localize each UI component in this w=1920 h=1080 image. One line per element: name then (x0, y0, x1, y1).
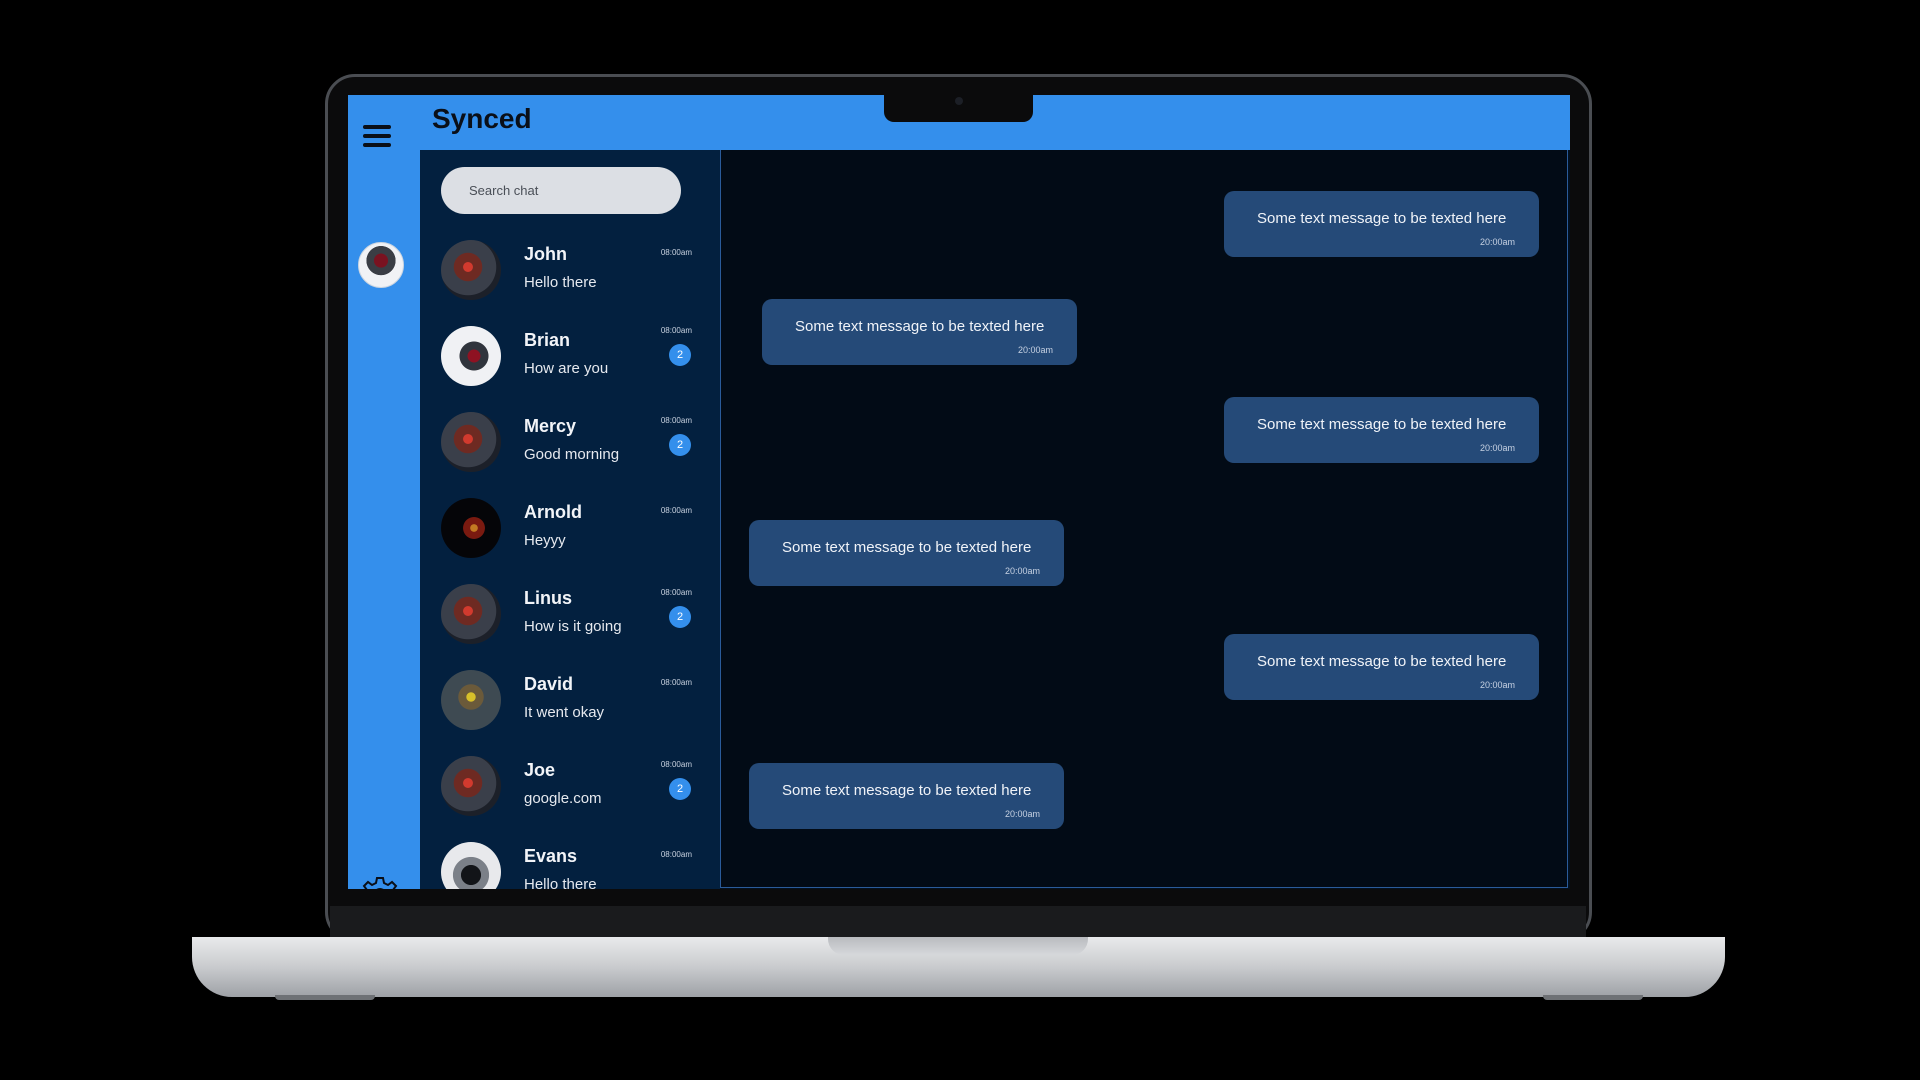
chat-preview: Hello there (524, 274, 597, 291)
chat-preview: Good morning (524, 446, 620, 463)
chat-item-evans[interactable]: Evans Hello there 08:00am (420, 832, 720, 889)
chat-item-mercy[interactable]: Mercy Good morning 08:00am 2 (420, 402, 720, 488)
unread-badge: 2 (669, 344, 691, 366)
chat-time: 08:00am (660, 416, 692, 425)
message-text: Some text message to be texted here (782, 782, 1032, 799)
chat-item-linus[interactable]: Linus How is it going 08:00am 2 (420, 574, 720, 660)
message-time: 20:00am (1017, 345, 1053, 355)
chat-time: 08:00am (660, 506, 692, 515)
chat-preview: It went okay (524, 704, 605, 721)
avatar (441, 412, 501, 472)
chat-list: John Hello there 08:00am Brian How are y… (420, 150, 720, 889)
laptop-foot-left (275, 995, 375, 1000)
avatar (441, 670, 501, 730)
message-time: 20:00am (1479, 680, 1515, 690)
chat-preview: How are you (524, 360, 609, 377)
camera-icon (955, 97, 963, 105)
message-incoming[interactable]: Some text message to be texted here 20:0… (749, 520, 1064, 586)
chat-preview: How is it going (524, 618, 622, 635)
chat-name: Joe (524, 760, 556, 780)
laptop-screen: Synced John Hello there 08:00am Brian Ho… (348, 95, 1570, 889)
message-outgoing[interactable]: Some text message to be texted here 20:0… (1224, 634, 1539, 700)
chat-name: Evans (524, 846, 578, 866)
laptop-foot-right (1543, 995, 1643, 1000)
chat-time: 08:00am (660, 678, 692, 687)
chat-name: Brian (524, 330, 571, 350)
unread-badge: 2 (669, 778, 691, 800)
chat-name: John (524, 244, 567, 264)
unread-badge: 2 (669, 606, 691, 628)
left-rail (348, 150, 420, 889)
unread-badge: 2 (669, 434, 691, 456)
laptop-opening-notch (828, 937, 1088, 955)
chat-item-brian[interactable]: Brian How are you 08:00am 2 (420, 316, 720, 402)
avatar (441, 842, 501, 889)
message-text: Some text message to be texted here (1257, 653, 1507, 670)
chat-time: 08:00am (660, 326, 692, 335)
search-input[interactable] (441, 167, 681, 214)
chat-preview: Hello there (524, 876, 597, 889)
chat-name: David (524, 674, 574, 694)
chat-time: 08:00am (660, 588, 692, 597)
avatar (441, 498, 501, 558)
user-avatar[interactable] (358, 242, 404, 288)
chat-item-arnold[interactable]: Arnold Heyyy 08:00am (420, 488, 720, 574)
chat-time: 08:00am (660, 760, 692, 769)
chat-item-joe[interactable]: Joe google.com 08:00am 2 (420, 746, 720, 832)
chat-preview: google.com (524, 790, 602, 807)
message-text: Some text message to be texted here (782, 539, 1032, 556)
message-time: 20:00am (1479, 443, 1515, 453)
chat-time: 08:00am (660, 248, 692, 257)
avatar (441, 584, 501, 644)
gear-icon[interactable] (360, 875, 400, 889)
hamburger-icon[interactable] (363, 125, 391, 149)
chat-name: Linus (524, 588, 572, 608)
chat-time: 08:00am (660, 850, 692, 859)
message-text: Some text message to be texted here (1257, 416, 1507, 433)
chat-item-john[interactable]: John Hello there 08:00am (420, 230, 720, 316)
message-time: 20:00am (1004, 566, 1040, 576)
chat-item-david[interactable]: David It went okay 08:00am (420, 660, 720, 746)
message-outgoing[interactable]: Some text message to be texted here 20:0… (1224, 191, 1539, 257)
chat-name: Mercy (524, 416, 577, 436)
chat-name: Arnold (524, 502, 582, 522)
chat-preview: Heyyy (524, 532, 566, 549)
message-outgoing[interactable]: Some text message to be texted here 20:0… (1224, 397, 1539, 463)
message-time: 20:00am (1479, 237, 1515, 247)
conversation-panel: Some text message to be texted here 20:0… (720, 150, 1568, 888)
message-incoming[interactable]: Some text message to be texted here 20:0… (762, 299, 1077, 365)
message-incoming[interactable]: Some text message to be texted here 20:0… (749, 763, 1064, 829)
laptop-hinge (330, 906, 1586, 938)
avatar (441, 756, 501, 816)
app-title: Synced (432, 103, 532, 134)
message-text: Some text message to be texted here (795, 318, 1045, 335)
message-time: 20:00am (1004, 809, 1040, 819)
avatar (441, 240, 501, 300)
avatar (441, 326, 501, 386)
message-text: Some text message to be texted here (1257, 210, 1507, 227)
